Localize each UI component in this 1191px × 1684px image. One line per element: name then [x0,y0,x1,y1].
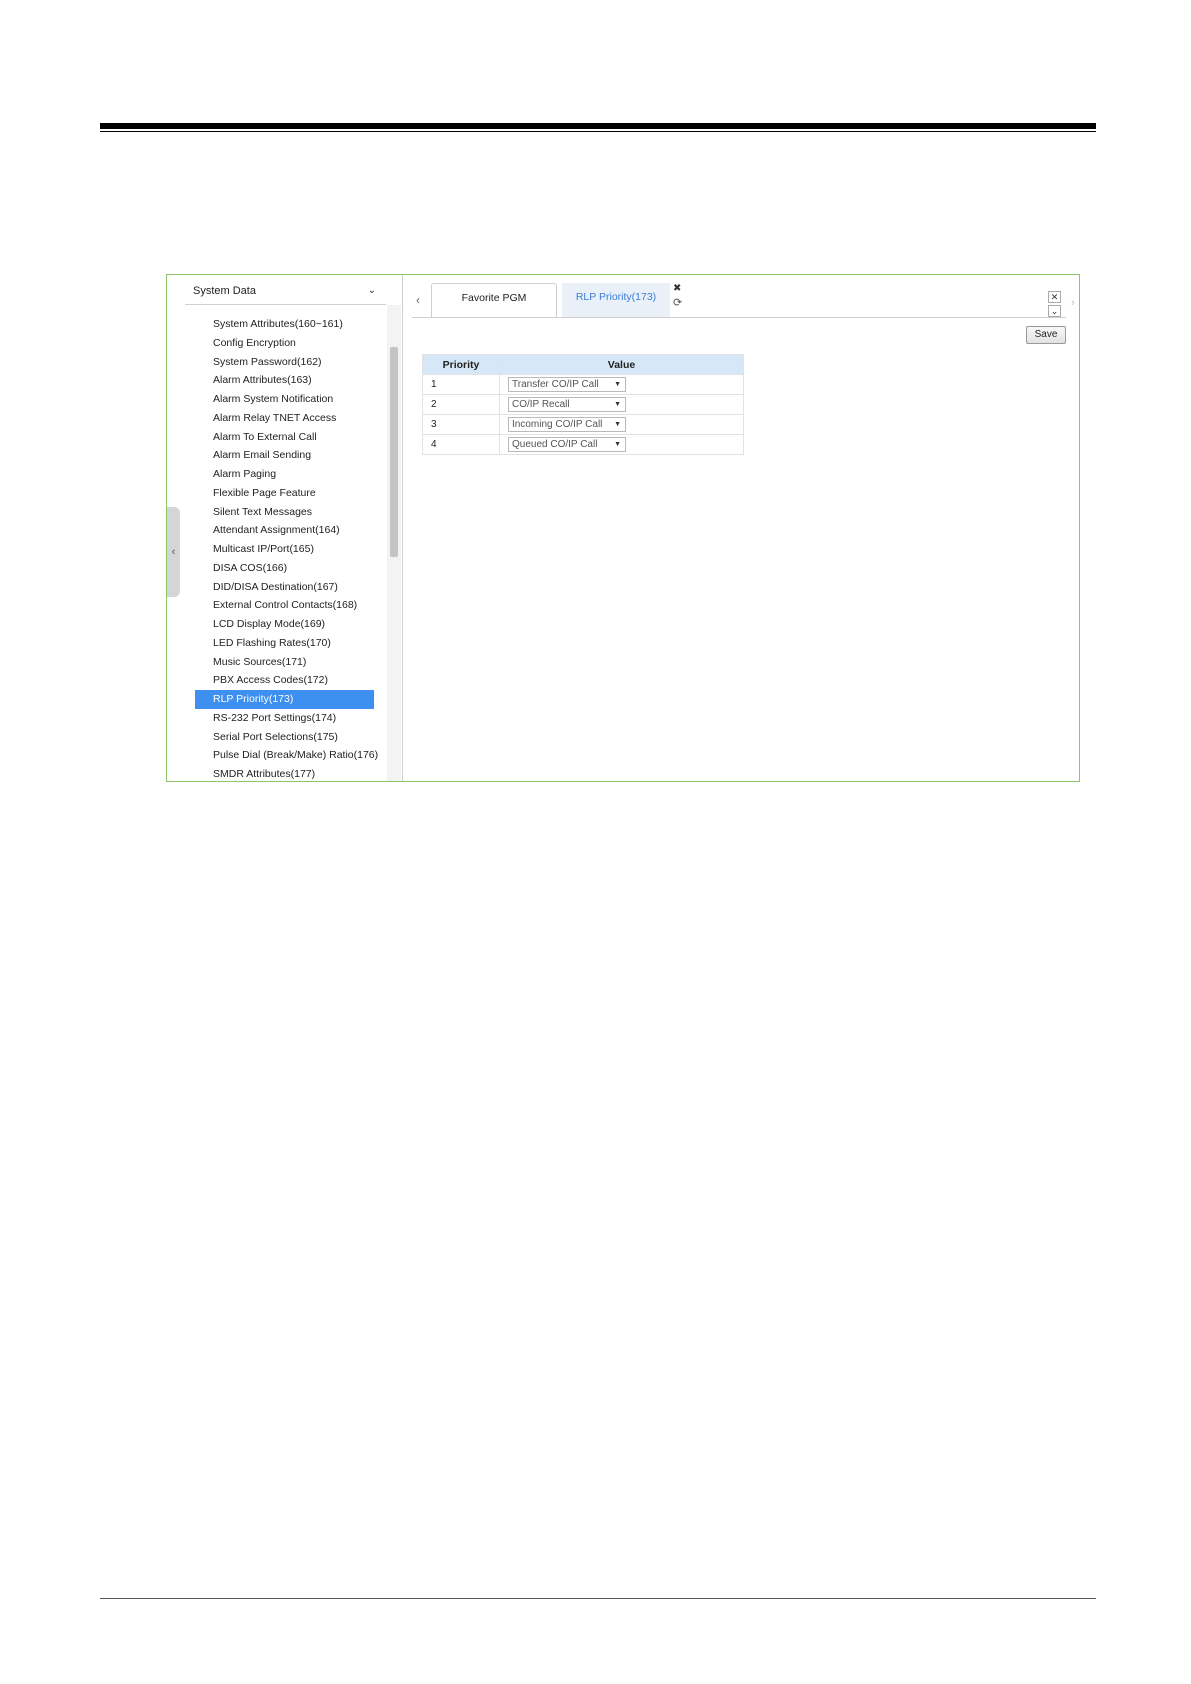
sidebar-item[interactable]: Config Encryption [195,334,374,353]
table-row: 3 Incoming CO/IP Call ▼ [422,414,744,435]
tab-scroll-right-icon[interactable]: › [1071,297,1075,309]
chevron-left-icon: ‹ [171,546,176,558]
sidebar-scroll-thumb[interactable] [390,347,398,557]
top-rule-thin [100,131,1096,132]
sidebar-item[interactable]: Pulse Dial (Break/Make) Ratio(176) [195,746,378,765]
value-select-text: CO/IP Recall [512,399,570,410]
value-select-text: Incoming CO/IP Call [512,419,603,430]
value-select-text: Queued CO/IP Call [512,439,598,450]
dropdown-arrow-icon: ▼ [614,441,621,448]
priority-cell: 2 [422,394,500,415]
tab-favorite-pgm[interactable]: Favorite PGM [431,283,557,317]
column-header-priority: Priority [422,354,500,375]
refresh-icon[interactable]: ⟳ [673,296,682,309]
tab-list-dropdown-icon[interactable]: ⌄ [1048,305,1061,317]
save-button[interactable]: Save [1026,326,1066,344]
value-select[interactable]: CO/IP Recall ▼ [508,397,626,412]
sidebar-item[interactable]: RS-232 Port Settings(174) [195,709,374,728]
sidebar-item-active[interactable]: RLP Priority(173) [195,690,374,709]
sidebar-item[interactable]: Alarm Paging [195,465,374,484]
sidebar-item[interactable]: LED Flashing Rates(170) [195,634,374,653]
dropdown-arrow-icon: ▼ [614,381,621,388]
sidebar-item[interactable]: DISA COS(166) [195,559,374,578]
priority-cell: 3 [422,414,500,435]
sidebar-item[interactable]: Alarm Email Sending [195,446,374,465]
close-all-tabs-icon[interactable]: ✕ [1048,291,1061,303]
dropdown-arrow-icon: ▼ [614,421,621,428]
tab-rlp-priority[interactable]: RLP Priority(173) [562,283,670,317]
value-select[interactable]: Queued CO/IP Call ▼ [508,437,626,452]
sidebar-item[interactable]: External Control Contacts(168) [195,596,374,615]
sidebar-item[interactable]: Serial Port Selections(175) [195,728,374,747]
tab-bar: ‹ Favorite PGM RLP Priority(173) ✖ ⟳ ✕ ⌄… [412,283,1075,318]
main-panel: ‹ Favorite PGM RLP Priority(173) ✖ ⟳ ✕ ⌄… [404,275,1080,781]
chevron-down-icon: ⌄ [367,285,376,296]
sidebar-item[interactable]: Alarm Attributes(163) [195,371,374,390]
tab-scroll-left-icon[interactable]: ‹ [416,293,420,307]
sidebar-menu: System Attributes(160~161) Config Encryp… [185,315,386,784]
table-row: 2 CO/IP Recall ▼ [422,394,744,415]
sidebar-item[interactable]: Alarm Relay TNET Access [195,409,374,428]
sidebar: System Data ⌄ System Attributes(160~161)… [185,275,403,781]
sidebar-item[interactable]: Attendant Assignment(164) [195,521,374,540]
dropdown-arrow-icon: ▼ [614,401,621,408]
sidebar-item[interactable]: Alarm To External Call [195,428,374,447]
app-window: ‹ System Data ⌄ System Attributes(160~16… [166,274,1080,782]
sidebar-item[interactable]: PBX Access Codes(172) [195,671,374,690]
table-row: 4 Queued CO/IP Call ▼ [422,434,744,455]
sidebar-category-label: System Data [193,285,256,297]
rlp-priority-table: Priority Value 1 Transfer CO/IP Call ▼ 2 … [422,354,744,455]
priority-cell: 1 [422,374,500,395]
value-select-text: Transfer CO/IP Call [512,379,599,390]
collapse-sidebar-handle[interactable]: ‹ [167,507,180,597]
sidebar-item[interactable]: Silent Text Messages [195,503,374,522]
value-select[interactable]: Transfer CO/IP Call ▼ [508,377,626,392]
bottom-rule [100,1598,1096,1599]
sidebar-category-select[interactable]: System Data ⌄ [185,277,386,305]
sidebar-item[interactable]: Alarm System Notification [195,390,374,409]
value-select[interactable]: Incoming CO/IP Call ▼ [508,417,626,432]
sidebar-item[interactable]: SMDR Attributes(177) [195,765,374,784]
sidebar-item[interactable]: Music Sources(171) [195,653,374,672]
sidebar-item[interactable]: DID/DISA Destination(167) [195,578,374,597]
column-header-value: Value [499,354,744,375]
priority-cell: 4 [422,434,500,455]
top-rule [100,123,1096,129]
sidebar-item[interactable]: Flexible Page Feature [195,484,374,503]
sidebar-item[interactable]: System Password(162) [195,353,374,372]
close-tab-icon[interactable]: ✖ [673,283,681,294]
table-row: 1 Transfer CO/IP Call ▼ [422,374,744,395]
sidebar-item[interactable]: Multicast IP/Port(165) [195,540,374,559]
sidebar-item[interactable]: System Attributes(160~161) [195,315,374,334]
sidebar-item[interactable]: LCD Display Mode(169) [195,615,374,634]
